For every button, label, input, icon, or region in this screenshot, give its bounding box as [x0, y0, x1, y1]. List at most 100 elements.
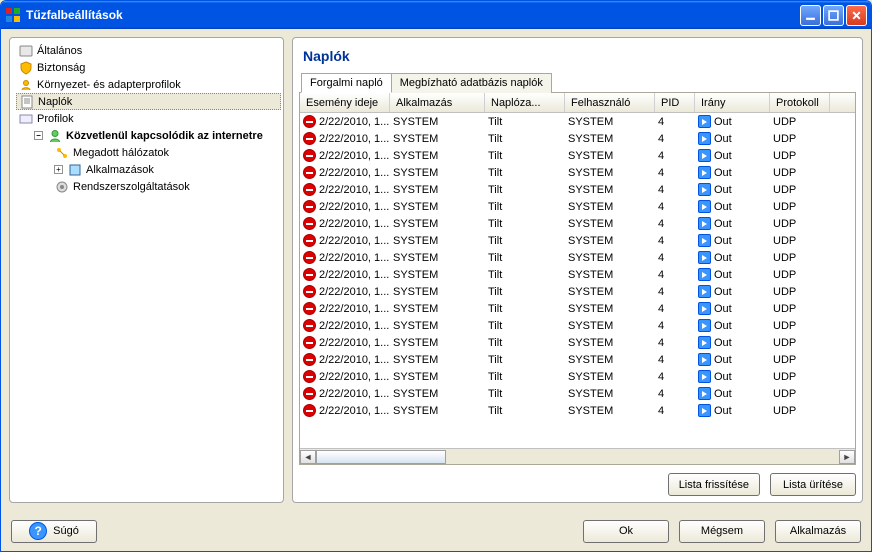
tab-trusted-db-log[interactable]: Megbízható adatbázis naplók [391, 73, 552, 93]
expander-icon[interactable]: − [34, 131, 43, 140]
cell-user: SYSTEM [565, 405, 655, 417]
cell-pid: 4 [655, 150, 695, 162]
cell-log: Tilt [485, 320, 565, 332]
cell-app: SYSTEM [390, 269, 485, 281]
cell-pid: 4 [655, 184, 695, 196]
cell-app: SYSTEM [390, 235, 485, 247]
scroll-left-button[interactable]: ◄ [300, 450, 316, 464]
close-button[interactable] [846, 5, 867, 26]
sidebar-item-profiles2[interactable]: Profilok [16, 110, 281, 127]
sidebar-item-label: Alkalmazások [86, 164, 154, 176]
table-row[interactable]: 2/22/2010, 1...SYSTEMTiltSYSTEM4OutUDP [300, 385, 855, 402]
table-row[interactable]: 2/22/2010, 1...SYSTEMTiltSYSTEM4OutUDP [300, 351, 855, 368]
cell-pid: 4 [655, 133, 695, 145]
tabs: Forgalmi napló Megbízható adatbázis napl… [299, 72, 856, 93]
titlebar[interactable]: Tűzfalbeállítások [1, 1, 871, 29]
sidebar-item-label: Megadott hálózatok [73, 147, 169, 159]
table-row[interactable]: 2/22/2010, 1...SYSTEMTiltSYSTEM4OutUDP [300, 368, 855, 385]
cell-proto: UDP [770, 354, 830, 366]
deny-icon [303, 302, 316, 315]
deny-icon [303, 387, 316, 400]
sidebar-item-logs[interactable]: Naplók [16, 93, 281, 110]
sidebar-item-label: Profilok [37, 113, 74, 125]
cell-pid: 4 [655, 405, 695, 417]
table-body[interactable]: 2/22/2010, 1...SYSTEMTiltSYSTEM4OutUDP2/… [300, 113, 855, 448]
sidebar-profile-direct[interactable]: − Közvetlenül kapcsolódik az internetre [32, 127, 281, 144]
cell-proto: UDP [770, 286, 830, 298]
window-title: Tűzfalbeállítások [26, 8, 123, 22]
table-row[interactable]: 2/22/2010, 1...SYSTEMTiltSYSTEM4OutUDP [300, 283, 855, 300]
cell-app: SYSTEM [390, 167, 485, 179]
horizontal-scrollbar[interactable]: ◄ ► [300, 448, 855, 464]
table-row[interactable]: 2/22/2010, 1...SYSTEMTiltSYSTEM4OutUDP [300, 181, 855, 198]
table-row[interactable]: 2/22/2010, 1...SYSTEMTiltSYSTEM4OutUDP [300, 317, 855, 334]
table-row[interactable]: 2/22/2010, 1...SYSTEMTiltSYSTEM4OutUDP [300, 232, 855, 249]
maximize-button[interactable] [823, 5, 844, 26]
help-button[interactable]: ? Súgó [11, 520, 97, 543]
column-header[interactable]: Alkalmazás [390, 93, 485, 112]
cell-proto: UDP [770, 320, 830, 332]
clear-list-button[interactable]: Lista ürítése [770, 473, 856, 496]
cell-app: SYSTEM [390, 133, 485, 145]
table-row[interactable]: 2/22/2010, 1...SYSTEMTiltSYSTEM4OutUDP [300, 215, 855, 232]
profiles2-icon [18, 111, 34, 127]
table-row[interactable]: 2/22/2010, 1...SYSTEMTiltSYSTEM4OutUDP [300, 402, 855, 419]
deny-icon [303, 251, 316, 264]
sidebar-item-networks[interactable]: Megadott hálózatok [52, 144, 281, 161]
cell-dir: Out [695, 132, 770, 145]
table-row[interactable]: 2/22/2010, 1...SYSTEMTiltSYSTEM4OutUDP [300, 300, 855, 317]
cell-dir: Out [695, 353, 770, 366]
cell-time: 2/22/2010, 1... [300, 251, 390, 264]
window-controls [800, 5, 867, 26]
sidebar-item-profiles[interactable]: Környezet- és adapterprofilok [16, 76, 281, 93]
scroll-thumb[interactable] [316, 450, 446, 464]
table-row[interactable]: 2/22/2010, 1...SYSTEMTiltSYSTEM4OutUDP [300, 334, 855, 351]
column-header[interactable]: Naplóza... [485, 93, 565, 112]
cell-pid: 4 [655, 252, 695, 264]
expander-icon[interactable]: + [54, 165, 63, 174]
minimize-button[interactable] [800, 5, 821, 26]
direction-icon [698, 166, 711, 179]
table-row[interactable]: 2/22/2010, 1...SYSTEMTiltSYSTEM4OutUDP [300, 113, 855, 130]
cell-app: SYSTEM [390, 337, 485, 349]
table-row[interactable]: 2/22/2010, 1...SYSTEMTiltSYSTEM4OutUDP [300, 198, 855, 215]
deny-icon [303, 132, 316, 145]
column-header[interactable]: PID [655, 93, 695, 112]
button-label: Alkalmazás [790, 525, 846, 537]
button-label: Lista frissítése [679, 479, 749, 491]
direction-icon [698, 302, 711, 315]
column-header[interactable]: Felhasználó [565, 93, 655, 112]
cancel-button[interactable]: Mégsem [679, 520, 765, 543]
apply-button[interactable]: Alkalmazás [775, 520, 861, 543]
tab-traffic-log[interactable]: Forgalmi napló [301, 73, 392, 93]
cell-pid: 4 [655, 218, 695, 230]
column-header[interactable]: Protokoll [770, 93, 830, 112]
table-row[interactable]: 2/22/2010, 1...SYSTEMTiltSYSTEM4OutUDP [300, 130, 855, 147]
services-icon [54, 179, 70, 195]
ok-button[interactable]: Ok [583, 520, 669, 543]
cell-user: SYSTEM [565, 252, 655, 264]
table-row[interactable]: 2/22/2010, 1...SYSTEMTiltSYSTEM4OutUDP [300, 266, 855, 283]
column-header[interactable]: Esemény ideje [300, 93, 390, 112]
button-label: Lista ürítése [783, 479, 843, 491]
table-row[interactable]: 2/22/2010, 1...SYSTEMTiltSYSTEM4OutUDP [300, 164, 855, 181]
sidebar-item-security[interactable]: Biztonság [16, 59, 281, 76]
tab-label: Megbízható adatbázis naplók [400, 77, 543, 89]
deny-icon [303, 149, 316, 162]
table-row[interactable]: 2/22/2010, 1...SYSTEMTiltSYSTEM4OutUDP [300, 249, 855, 266]
sidebar-item-general[interactable]: Általános [16, 42, 281, 59]
cell-log: Tilt [485, 371, 565, 383]
cell-time: 2/22/2010, 1... [300, 115, 390, 128]
sidebar-item-apps[interactable]: + Alkalmazások [52, 161, 281, 178]
sidebar-item-label: Rendszerszolgáltatások [73, 181, 190, 193]
table-row[interactable]: 2/22/2010, 1...SYSTEMTiltSYSTEM4OutUDP [300, 147, 855, 164]
cell-time: 2/22/2010, 1... [300, 149, 390, 162]
cell-proto: UDP [770, 269, 830, 281]
cell-proto: UDP [770, 337, 830, 349]
cell-time: 2/22/2010, 1... [300, 387, 390, 400]
refresh-list-button[interactable]: Lista frissítése [668, 473, 760, 496]
scroll-right-button[interactable]: ► [839, 450, 855, 464]
cell-user: SYSTEM [565, 201, 655, 213]
sidebar-item-services[interactable]: Rendszerszolgáltatások [52, 178, 281, 195]
column-header[interactable]: Irány [695, 93, 770, 112]
